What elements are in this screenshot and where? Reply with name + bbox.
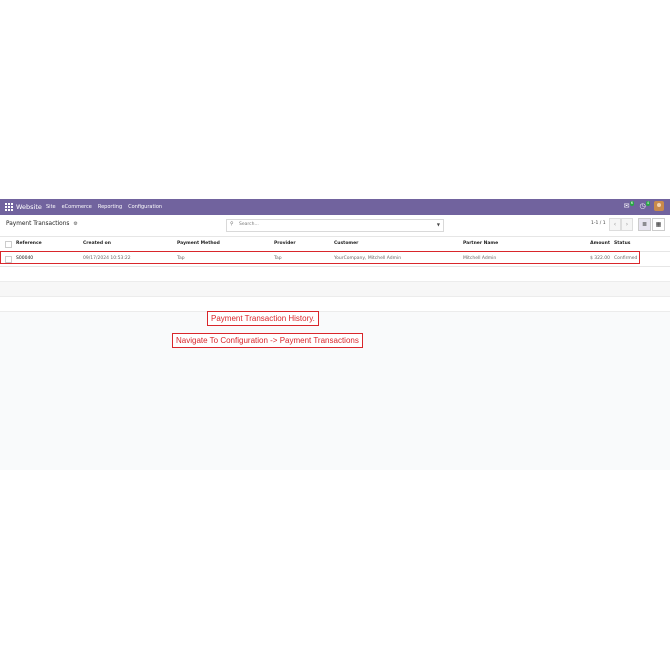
history-callout: Payment Transaction History. [207, 311, 319, 326]
header-reference[interactable]: Reference [16, 237, 42, 251]
list-view-button[interactable]: ≣ [638, 218, 651, 231]
search-input[interactable]: Search... [239, 222, 259, 227]
activities-badge: 4 [645, 200, 650, 206]
header-customer[interactable]: Customer [334, 237, 358, 251]
page-title: Payment Transactions [6, 221, 70, 227]
activities-icon[interactable]: ◷ 4 [638, 200, 650, 211]
kanban-view-button[interactable]: ▦ [652, 218, 665, 231]
apps-menu-icon[interactable] [5, 203, 13, 211]
app-brand[interactable]: Website [16, 202, 42, 212]
empty-row [0, 282, 670, 297]
menu-item-ecommerce[interactable]: eCommerce [62, 202, 92, 212]
top-navbar: Website Site eCommerce Reporting Configu… [0, 199, 670, 215]
row-highlight-box [0, 251, 640, 264]
header-partner-name[interactable]: Partner Name [463, 237, 498, 251]
pager-previous-button[interactable]: ‹ [609, 218, 621, 231]
header-payment-method[interactable]: Payment Method [177, 237, 220, 251]
user-avatar[interactable] [654, 201, 664, 211]
header-status[interactable]: Status [614, 237, 630, 251]
empty-row [0, 267, 670, 282]
messages-badge: 6 [629, 200, 634, 206]
messages-icon[interactable]: ✉ 6 [622, 200, 634, 211]
search-icon: ⚲ [230, 221, 234, 227]
pager-next-button[interactable]: › [621, 218, 633, 231]
header-amount[interactable]: Amount [590, 237, 610, 251]
header-created-on[interactable]: Created on [83, 237, 111, 251]
navbar-systray: ✉ 6 ◷ 4 [622, 200, 664, 211]
pager-value[interactable]: 1-1 / 1 [591, 221, 606, 226]
menu-item-site[interactable]: Site [46, 202, 56, 212]
transactions-table: Reference Created on Payment Method Prov… [0, 237, 670, 312]
table-header: Reference Created on Payment Method Prov… [0, 237, 670, 252]
menu-item-reporting[interactable]: Reporting [98, 202, 122, 212]
navigate-callout: Navigate To Configuration -> Payment Tra… [172, 333, 363, 348]
main-menu: Site eCommerce Reporting Configuration [46, 202, 162, 212]
menu-item-configuration[interactable]: Configuration [128, 202, 162, 212]
empty-row [0, 297, 670, 312]
header-provider[interactable]: Provider [274, 237, 296, 251]
select-all-checkbox[interactable] [5, 241, 12, 248]
breadcrumb: Payment Transactions ⚙ [6, 221, 78, 227]
gear-icon[interactable]: ⚙ [73, 221, 77, 227]
control-panel: Payment Transactions ⚙ ⚲ Search... ▼ 1-1… [0, 215, 670, 237]
search-bar[interactable]: ⚲ Search... ▼ [226, 219, 444, 232]
search-options-toggle-icon[interactable]: ▼ [437, 222, 440, 227]
